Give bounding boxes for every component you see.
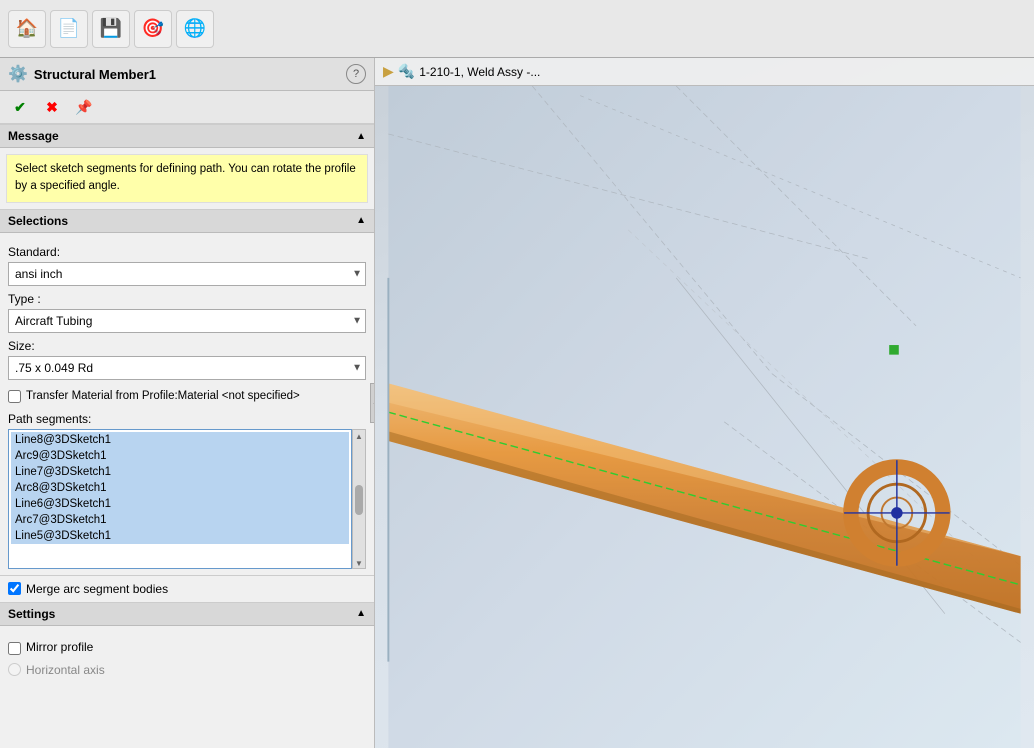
- mirror-profile-label: Mirror profile: [26, 640, 93, 654]
- structural-member-icon: ⚙️: [8, 64, 28, 84]
- message-section-header[interactable]: Message ▲: [0, 124, 374, 148]
- path-item-4[interactable]: Line6@3DSketch1: [11, 496, 349, 512]
- selections-content: Standard: ansi inch ▼ Type : Aircraft Tu…: [0, 233, 374, 575]
- horizontal-axis-row: Horizontal axis: [8, 663, 366, 677]
- size-label: Size:: [8, 339, 366, 353]
- transfer-material-row: Transfer Material from Profile:Material …: [8, 388, 366, 404]
- size-dropdown-wrap: .75 x 0.049 Rd ▼: [8, 356, 366, 380]
- message-collapse-arrow: ▲: [356, 131, 366, 142]
- target-button[interactable]: 🎯: [134, 10, 172, 48]
- pin-button[interactable]: 📌: [72, 95, 96, 119]
- path-item-6[interactable]: Line5@3DSketch1: [11, 528, 349, 544]
- horizontal-axis-radio[interactable]: [8, 663, 21, 676]
- confirm-button[interactable]: ✔: [8, 95, 32, 119]
- breadcrumb-bar: ▶ 🔩 1-210-1, Weld Assy -...: [375, 58, 1034, 86]
- home-button[interactable]: 🏠: [8, 10, 46, 48]
- settings-content: Mirror profile Horizontal axis: [0, 626, 374, 687]
- type-dropdown[interactable]: Aircraft Tubing: [8, 309, 366, 333]
- help-button[interactable]: ?: [346, 64, 366, 84]
- path-segments-label: Path segments:: [8, 412, 366, 426]
- settings-section-header[interactable]: Settings ▲: [0, 602, 374, 626]
- merge-label: Merge arc segment bodies: [26, 582, 168, 596]
- message-section-label: Message: [8, 129, 59, 143]
- merge-row: Merge arc segment bodies: [0, 575, 374, 602]
- panel-header: ⚙️ Structural Member1 ?: [0, 58, 374, 91]
- mirror-profile-checkbox[interactable]: [8, 642, 21, 655]
- settings-section-label: Settings: [8, 607, 55, 621]
- scene-svg: [375, 86, 1034, 748]
- cancel-button[interactable]: ✖: [40, 95, 64, 119]
- selections-section-header[interactable]: Selections ▲: [0, 209, 374, 233]
- path-item-3[interactable]: Arc8@3DSketch1: [11, 480, 349, 496]
- breadcrumb-text: 1-210-1, Weld Assy -...: [419, 65, 540, 79]
- scene-container: [375, 86, 1034, 748]
- selections-collapse-arrow: ▲: [356, 215, 366, 226]
- viewport: ▶ 🔩 1-210-1, Weld Assy -...: [375, 58, 1034, 748]
- left-panel: ⚙️ Structural Member1 ? ✔ ✖ 📌 Message ▲ …: [0, 58, 375, 748]
- save-button[interactable]: 💾: [92, 10, 130, 48]
- list-scrollbar[interactable]: ▲ ▼: [352, 429, 366, 569]
- standard-dropdown-wrap: ansi inch ▼: [8, 262, 366, 286]
- path-item-1[interactable]: Arc9@3DSketch1: [11, 448, 349, 464]
- path-item-5[interactable]: Arc7@3DSketch1: [11, 512, 349, 528]
- path-item-0[interactable]: Line8@3DSketch1: [11, 432, 349, 448]
- path-segments-list: Line8@3DSketch1Arc9@3DSketch1Line7@3DSke…: [8, 429, 352, 569]
- horizontal-axis-label: Horizontal axis: [26, 663, 105, 677]
- message-text: Select sketch segments for defining path…: [15, 163, 356, 192]
- action-row: ✔ ✖ 📌: [0, 91, 374, 124]
- panel-title: Structural Member1: [34, 67, 340, 82]
- selections-section-label: Selections: [8, 214, 68, 228]
- type-label: Type :: [8, 292, 366, 306]
- message-content: Select sketch segments for defining path…: [6, 154, 368, 203]
- standard-dropdown[interactable]: ansi inch: [8, 262, 366, 286]
- transfer-material-checkbox[interactable]: [8, 390, 21, 403]
- breadcrumb-icon: ▶: [383, 63, 394, 80]
- sphere-button[interactable]: 🌐: [176, 10, 214, 48]
- top-toolbar: 🏠 📄 💾 🎯 🌐: [0, 0, 1034, 58]
- mirror-profile-row: Mirror profile: [8, 640, 366, 655]
- breadcrumb-assembly-icon: 🔩: [398, 63, 415, 80]
- type-dropdown-wrap: Aircraft Tubing ▼: [8, 309, 366, 333]
- merge-checkbox[interactable]: [8, 582, 21, 595]
- transfer-material-label: Transfer Material from Profile:Material …: [26, 388, 300, 404]
- path-item-2[interactable]: Line7@3DSketch1: [11, 464, 349, 480]
- settings-collapse-arrow: ▲: [356, 608, 366, 619]
- standard-label: Standard:: [8, 245, 366, 259]
- document-button[interactable]: 📄: [50, 10, 88, 48]
- size-dropdown[interactable]: .75 x 0.049 Rd: [8, 356, 366, 380]
- main-area: ⚙️ Structural Member1 ? ✔ ✖ 📌 Message ▲ …: [0, 58, 1034, 748]
